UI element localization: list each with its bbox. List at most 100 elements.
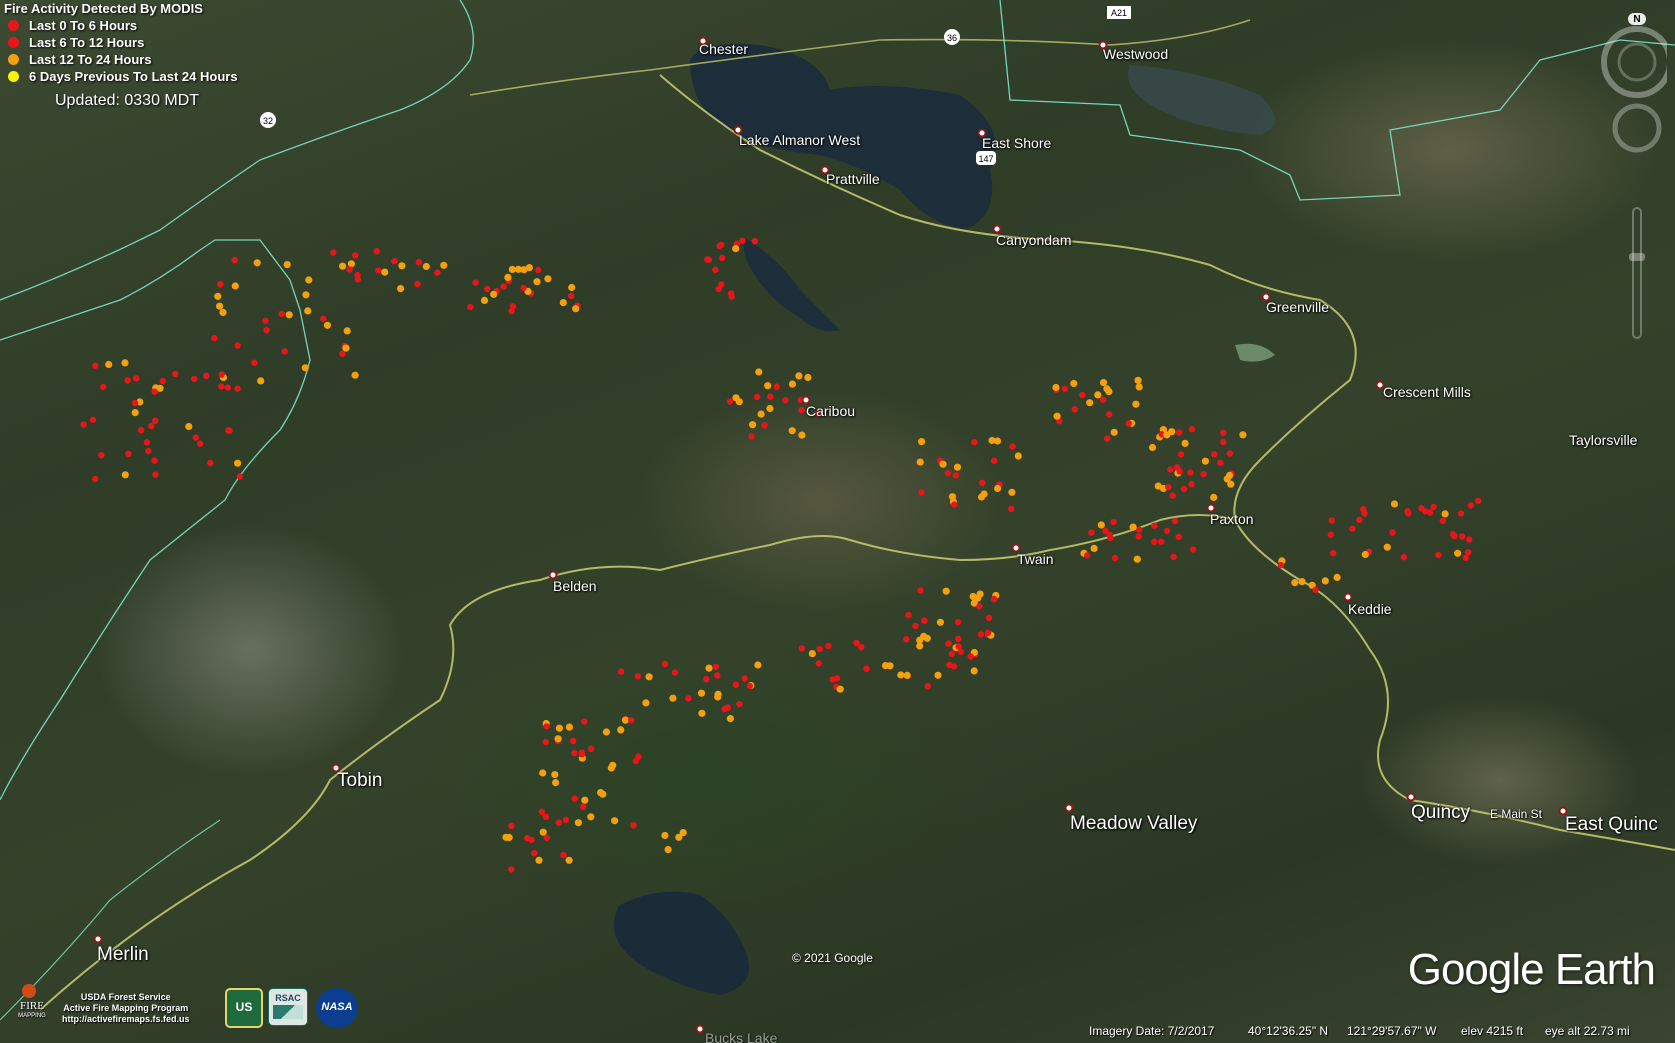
fire-point-red bbox=[1475, 497, 1482, 505]
fire-point-orange bbox=[342, 344, 350, 352]
fire-point-orange bbox=[1361, 550, 1369, 559]
fire-point-red bbox=[211, 334, 218, 342]
fire-legend: Fire Activity Detected By MODIS Last 0 T… bbox=[4, 0, 238, 85]
fire-point-orange bbox=[533, 278, 541, 286]
fire-point-red bbox=[816, 645, 823, 653]
fire-point-orange bbox=[808, 650, 816, 658]
place-label-lake-almanor-west[interactable]: Lake Almanor West bbox=[739, 132, 860, 148]
fire-point-red bbox=[1190, 546, 1197, 553]
fire-point-orange bbox=[502, 833, 510, 841]
fire-point-orange bbox=[599, 790, 607, 798]
fire-point-orange bbox=[581, 796, 589, 804]
place-label-merlin[interactable]: Merlin bbox=[97, 944, 149, 966]
fire-point-red bbox=[1165, 484, 1172, 491]
place-label-taylorsville[interactable]: Taylorsville bbox=[1569, 432, 1637, 448]
fire-point-red bbox=[1177, 451, 1185, 458]
place-label-prattville[interactable]: Prattville bbox=[826, 171, 880, 187]
fire-point-red bbox=[581, 718, 588, 725]
fire-point-orange bbox=[1201, 457, 1209, 465]
fire-point-orange bbox=[1321, 577, 1329, 585]
fire-point-red bbox=[1458, 533, 1466, 540]
fire-point-red bbox=[1009, 443, 1016, 450]
town-marker-keddie bbox=[1343, 592, 1353, 602]
fire-point-orange bbox=[804, 373, 812, 382]
fire-point-red bbox=[191, 375, 198, 383]
fire-point-orange bbox=[697, 689, 706, 697]
place-label-paxton[interactable]: Paxton bbox=[1210, 511, 1254, 527]
fire-point-orange bbox=[642, 699, 650, 707]
place-label-greenville[interactable]: Greenville bbox=[1266, 299, 1329, 315]
compass-ring[interactable]: N bbox=[1601, 13, 1667, 98]
fire-point-orange bbox=[214, 292, 222, 300]
fire-point-red bbox=[1449, 531, 1457, 538]
place-label-twain[interactable]: Twain bbox=[1017, 551, 1054, 567]
fire-point-red bbox=[234, 342, 241, 349]
fire-point-orange bbox=[1008, 488, 1016, 496]
fire-point-red bbox=[1435, 551, 1442, 559]
fire-point-red bbox=[1079, 391, 1086, 399]
place-label-meadow-valley[interactable]: Meadow Valley bbox=[1070, 813, 1197, 835]
fire-point-orange bbox=[1133, 555, 1141, 563]
fire-point-red bbox=[484, 285, 491, 293]
fire-point-red bbox=[1170, 553, 1177, 561]
fire-detections bbox=[80, 237, 1482, 873]
zoom-handle[interactable] bbox=[1629, 253, 1645, 261]
fire-point-red bbox=[741, 675, 748, 682]
place-label-belden[interactable]: Belden bbox=[553, 578, 597, 594]
legend-item-6-12h: Last 6 To 12 Hours bbox=[4, 34, 238, 51]
fire-point-red bbox=[1220, 429, 1227, 436]
fire-point-red bbox=[918, 489, 925, 496]
place-label-chester[interactable]: Chester bbox=[699, 41, 748, 57]
fire-point-orange bbox=[1291, 579, 1299, 587]
legend-title: Fire Activity Detected By MODIS bbox=[4, 1, 203, 16]
fire-point-orange bbox=[732, 245, 740, 253]
fire-point-orange bbox=[301, 364, 309, 372]
place-label-canyondam[interactable]: Canyondam bbox=[996, 232, 1072, 248]
place-label-east-shore[interactable]: East Shore bbox=[982, 135, 1051, 151]
fire-point-red bbox=[903, 636, 910, 643]
fire-point-orange bbox=[105, 360, 113, 369]
fire-point-red bbox=[555, 819, 562, 826]
place-label-caribou[interactable]: Caribou bbox=[806, 403, 855, 419]
fire-point-red bbox=[1163, 527, 1171, 535]
fire-point-red bbox=[145, 447, 152, 455]
place-label-tobin[interactable]: Tobin bbox=[337, 770, 382, 792]
fire-point-red bbox=[671, 669, 679, 676]
place-label-keddie[interactable]: Keddie bbox=[1348, 601, 1392, 617]
fire-point-red bbox=[976, 603, 983, 610]
fire-point-red bbox=[535, 266, 542, 274]
fire-point-red bbox=[152, 417, 159, 424]
fire-point-red bbox=[1226, 450, 1234, 457]
fire-point-red bbox=[1151, 522, 1158, 529]
fire-point-red bbox=[1465, 549, 1472, 556]
fire-point-orange bbox=[555, 724, 564, 732]
fire-point-red bbox=[1467, 502, 1475, 509]
place-label-east-quincy[interactable]: East Quinc bbox=[1565, 814, 1658, 836]
fire-point-red bbox=[538, 808, 546, 815]
map-view[interactable]: 32 36 147 A21 Fire Activity Detected By … bbox=[0, 0, 1675, 1043]
fire-point-red bbox=[924, 683, 931, 690]
fire-point-red bbox=[278, 310, 285, 318]
fire-point-orange bbox=[234, 459, 242, 467]
fire-point-red bbox=[236, 473, 243, 480]
fire-point-red bbox=[231, 256, 238, 264]
zoom-slider[interactable] bbox=[1629, 207, 1645, 339]
fire-point-orange bbox=[993, 437, 1002, 445]
place-label-crescent-mills[interactable]: Crescent Mills bbox=[1383, 384, 1471, 400]
fire-point-red bbox=[955, 643, 962, 650]
place-label-westwood[interactable]: Westwood bbox=[1103, 46, 1168, 62]
imagery-date: Imagery Date: 7/2/2017 bbox=[1089, 1024, 1215, 1038]
fire-point-red bbox=[1180, 485, 1188, 493]
forest-boundary-ne bbox=[999, 0, 1675, 201]
fire-point-orange bbox=[185, 422, 193, 431]
place-label-quincy[interactable]: Quincy bbox=[1411, 802, 1470, 824]
fire-point-red bbox=[508, 866, 515, 873]
town-marker-merlin bbox=[93, 934, 103, 944]
fire-point-red bbox=[1111, 554, 1119, 562]
elevation: elev 4215 ft bbox=[1461, 1024, 1524, 1038]
navigation-controls[interactable]: N bbox=[1585, 8, 1667, 348]
fire-point-red bbox=[1211, 451, 1218, 458]
svg-text:36: 36 bbox=[947, 33, 957, 43]
fire-point-red bbox=[467, 303, 474, 311]
look-joystick[interactable] bbox=[1612, 103, 1662, 153]
